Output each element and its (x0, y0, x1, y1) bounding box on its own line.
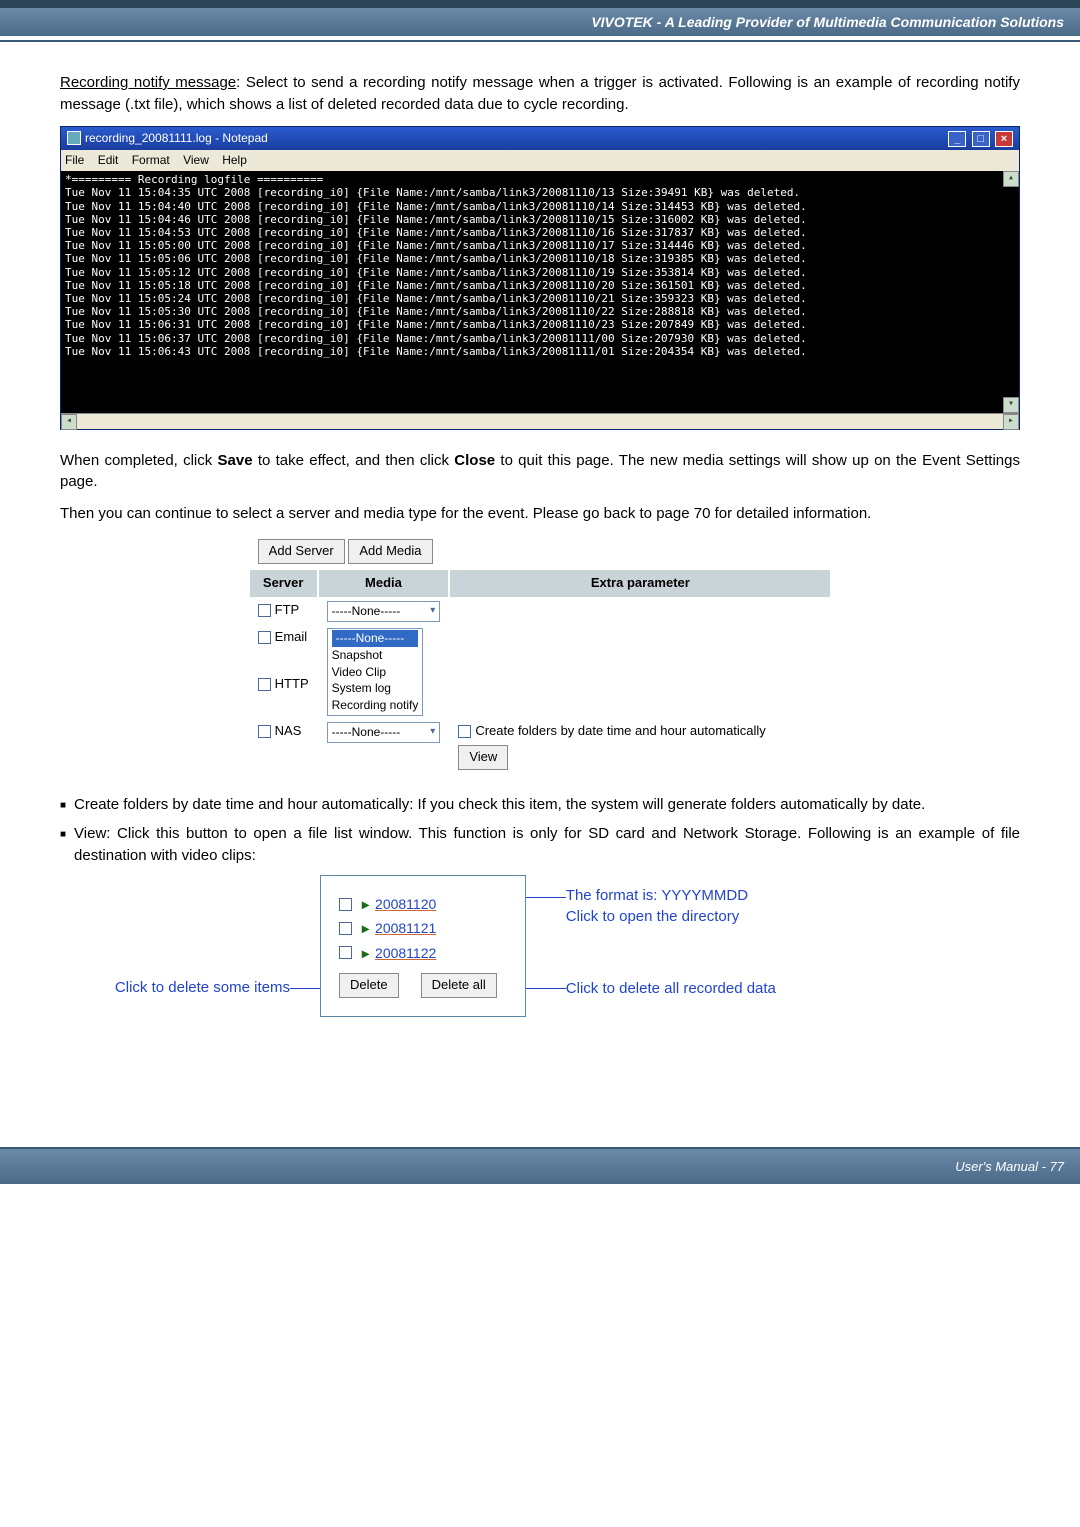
nas-checkbox[interactable] (258, 725, 271, 738)
save-keyword: Save (218, 452, 253, 469)
chevron-down-icon: ▾ (430, 604, 435, 619)
col-server: Server (250, 570, 317, 597)
footer-text: User's Manual - 77 (955, 1159, 1064, 1174)
ftp-checkbox[interactable] (258, 604, 271, 617)
callout-format: The format is: YYYYMMDD Click to open th… (566, 885, 1020, 927)
col-media: Media (319, 570, 449, 597)
continue-paragraph: Then you can continue to select a server… (60, 503, 1020, 525)
delete-button[interactable]: Delete (339, 973, 399, 998)
scroll-down-icon[interactable]: ▾ (1003, 397, 1019, 413)
header-title: VIVOTEK - A Leading Provider of Multimed… (591, 14, 1064, 30)
menu-format[interactable]: Format (132, 153, 170, 167)
page-footer: User's Manual - 77 (0, 1147, 1080, 1184)
intro-paragraph: Recording notify message: Select to send… (60, 72, 1020, 116)
dir-row: ▸ 20081121 (339, 918, 497, 938)
page-header: VIVOTEK - A Leading Provider of Multimed… (0, 0, 1080, 36)
email-checkbox[interactable] (258, 631, 271, 644)
dir-link[interactable]: 20081120 (375, 894, 436, 914)
enter-icon[interactable]: ▸ (362, 943, 369, 963)
close-keyword: Close (454, 452, 495, 469)
notepad-body[interactable]: *========= Recording logfile ========== … (61, 171, 1019, 412)
http-checkbox[interactable] (258, 678, 271, 691)
row-ftp: FTP -----None-----▾ (250, 599, 831, 624)
chevron-down-icon: ▾ (430, 725, 435, 740)
option-video-clip[interactable]: Video Clip (332, 664, 419, 681)
enter-icon[interactable]: ▸ (362, 918, 369, 938)
minimize-button[interactable]: _ (948, 131, 966, 147)
ftp-media-select[interactable]: -----None-----▾ (327, 601, 441, 622)
media-table: Add Server Add Media Server Media Extra … (248, 535, 833, 774)
add-media-button[interactable]: Add Media (348, 539, 432, 564)
dir-checkbox[interactable] (339, 922, 352, 935)
option-recording-notify[interactable]: Recording notify (332, 697, 419, 714)
window-controls: _ □ × (946, 130, 1013, 147)
row-nas: NAS -----None-----▾ Create folders by da… (250, 720, 831, 772)
view-button[interactable]: View (458, 745, 508, 770)
notepad-window: recording_20081111.log - Notepad _ □ × F… (60, 126, 1020, 430)
dir-row: ▸ 20081120 (339, 894, 497, 914)
row-email: Email -----None----- Snapshot Video Clip… (250, 626, 831, 671)
delete-all-button[interactable]: Delete all (421, 973, 497, 998)
callout-delete-items: Click to delete some items (115, 977, 290, 999)
menu-view[interactable]: View (183, 153, 209, 167)
create-folders-checkbox[interactable] (458, 725, 471, 738)
notepad-titlebar: recording_20081111.log - Notepad _ □ × (61, 127, 1019, 150)
directory-figure: Click to delete some items ▸ 20081120 ▸ … (60, 875, 1020, 1017)
bullet-create-folders: ■ Create folders by date time and hour a… (60, 794, 1020, 816)
enter-icon[interactable]: ▸ (362, 894, 369, 914)
dir-link[interactable]: 20081122 (375, 943, 436, 963)
menu-file[interactable]: File (65, 153, 84, 167)
maximize-button[interactable]: □ (972, 131, 990, 147)
dir-checkbox[interactable] (339, 898, 352, 911)
email-media-select-open[interactable]: -----None----- Snapshot Video Clip Syste… (327, 628, 424, 716)
add-server-button[interactable]: Add Server (258, 539, 345, 564)
dir-link[interactable]: 20081121 (375, 918, 436, 938)
bullet-view: ■ View: Click this button to open a file… (60, 823, 1020, 867)
notepad-title-text: recording_20081111.log - Notepad (85, 130, 268, 147)
dir-row: ▸ 20081122 (339, 943, 497, 963)
callout-delete-all: Click to delete all recorded data (566, 978, 1020, 999)
option-system-log[interactable]: System log (332, 680, 419, 697)
col-extra: Extra parameter (450, 570, 830, 597)
intro-label: Recording notify message (60, 74, 236, 91)
option-snapshot[interactable]: Snapshot (332, 647, 419, 664)
scroll-up-icon[interactable]: ▴ (1003, 171, 1019, 187)
bullet-icon: ■ (60, 799, 66, 816)
close-button[interactable]: × (995, 131, 1013, 147)
directory-box: ▸ 20081120 ▸ 20081121 ▸ 20081122 Delete … (320, 875, 526, 1017)
notepad-menubar: File Edit Format View Help (61, 150, 1019, 171)
horizontal-scrollbar[interactable]: ◂ ▸ (61, 413, 1019, 429)
notepad-icon (67, 131, 81, 145)
bullet-icon: ■ (60, 828, 66, 867)
scroll-right-icon[interactable]: ▸ (1003, 414, 1019, 430)
dir-checkbox[interactable] (339, 946, 352, 959)
completion-paragraph: When completed, click Save to take effec… (60, 450, 1020, 494)
scroll-left-icon[interactable]: ◂ (61, 414, 77, 430)
nas-media-select[interactable]: -----None-----▾ (327, 722, 441, 743)
menu-help[interactable]: Help (222, 153, 247, 167)
menu-edit[interactable]: Edit (98, 153, 119, 167)
